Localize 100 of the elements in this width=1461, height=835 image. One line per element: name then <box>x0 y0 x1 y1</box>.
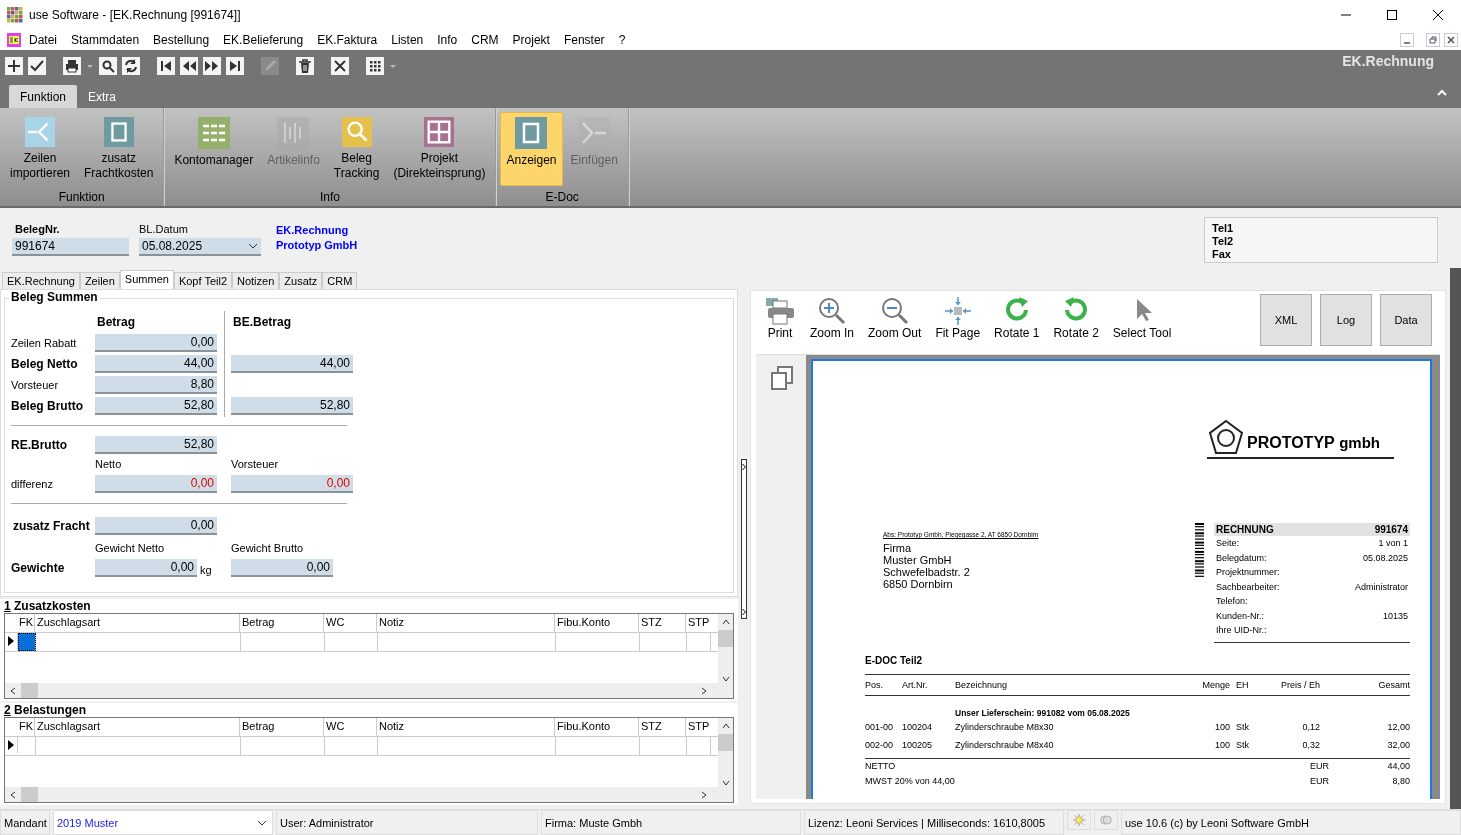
date-picker[interactable]: 05.08.2025 <box>139 238 261 256</box>
info-value: 10135 <box>1382 610 1408 621</box>
document-tab[interactable]: Summen <box>119 270 174 289</box>
weight-field[interactable]: 0,00 <box>95 558 197 577</box>
delivery-note: Unser Lieferschein: 991082 vom 05.08.2025 <box>955 707 1131 718</box>
column-header: Preis / Eh <box>1280 679 1320 690</box>
row-label: RE.Brutto <box>11 438 68 452</box>
difference-field[interactable]: 0,00 <box>231 474 353 493</box>
menu-item[interactable]: Datei <box>29 33 57 47</box>
column-header[interactable]: Zuschlagsart <box>35 614 240 632</box>
info-value: Administrator <box>1355 581 1408 592</box>
panel-button[interactable]: Data <box>1380 294 1432 346</box>
window-title: use Software - [EK.Rechnung [991674]] <box>29 8 241 22</box>
weight-field[interactable]: 0,00 <box>231 558 333 577</box>
ribbon-tab[interactable]: Funktion <box>9 85 78 108</box>
column-header[interactable]: WC <box>324 718 377 736</box>
status-text: Lizenz: Leoni Services | Milliseconds: 1610,8005 <box>804 810 1064 835</box>
menu-item[interactable]: Stammdaten <box>71 33 140 47</box>
field-label: BelegNr. <box>14 223 61 235</box>
table-cell-text: 100 <box>1213 721 1231 732</box>
column-header[interactable]: WC <box>324 614 377 632</box>
panel-button[interactable]: Log <box>1320 294 1372 346</box>
amount-field[interactable]: 52,80 <box>95 436 217 454</box>
column-header[interactable]: STZ <box>639 614 686 632</box>
ribbon-button[interactable]: Projekt (Direkteinsprung) <box>387 112 492 186</box>
document-tab[interactable]: EK.Rechnung <box>2 272 80 289</box>
table-cell-text: 100205 <box>902 739 934 750</box>
menu-item[interactable]: Projekt <box>512 33 550 47</box>
info-value: 05.08.2025 <box>1362 552 1408 563</box>
address-line: Schwefelbadstr. 2 <box>883 566 971 578</box>
column-header: BE.Betrag <box>232 315 292 329</box>
row-label: Gewichte <box>11 560 66 575</box>
info-label: Belegdatum: <box>1216 552 1267 563</box>
column-header[interactable]: FK <box>17 614 35 632</box>
row-label: differenz <box>11 477 54 490</box>
ribbon-button[interactable]: Kontomanager <box>168 112 260 186</box>
viewer-tool-button[interactable]: Zoom Out <box>868 296 922 340</box>
contact-label: Fax <box>1212 248 1232 261</box>
menu-item[interactable]: EK.Belieferung <box>223 33 304 47</box>
document-tab[interactable]: CRM <box>322 272 358 289</box>
menu-item[interactable]: Listen <box>391 33 424 47</box>
field-label: BL.Datum <box>139 223 189 235</box>
header-link[interactable]: Prototyp GmbH <box>276 239 358 251</box>
total-value: 44,00 <box>1386 761 1410 771</box>
column-header[interactable]: Notiz <box>377 718 555 736</box>
column-header[interactable]: Betrag <box>240 718 324 736</box>
document-number: 991674 <box>1374 524 1408 535</box>
menu-item[interactable]: EK.Faktura <box>317 33 378 47</box>
panel-button[interactable]: XML <box>1260 294 1312 346</box>
document-tab[interactable]: Notizen <box>232 272 280 289</box>
document-tab[interactable]: Zusatz <box>279 272 323 289</box>
ribbon-button[interactable]: Beleg Tracking <box>327 112 386 186</box>
viewer-tool-button[interactable]: Rotate 2 <box>1053 296 1099 340</box>
viewer-tool-button[interactable]: Print <box>764 296 796 340</box>
client-dropdown[interactable]: 2019 Muster <box>53 810 273 835</box>
currency: EUR <box>1310 761 1330 771</box>
amount-field[interactable]: 52,80 <box>231 397 353 415</box>
amount-field[interactable]: 0,00 <box>95 517 217 535</box>
menu-item[interactable]: Bestellung <box>153 33 210 47</box>
column-header[interactable]: STZ <box>639 718 686 736</box>
info-label: Sachbearbeiter: <box>1216 581 1280 592</box>
ribbon-button[interactable]: zusatz Frachtkosten <box>78 112 160 186</box>
column-header[interactable]: STP <box>686 718 710 736</box>
column-header[interactable]: Fibu.Konto <box>555 614 639 632</box>
beleg-number-field[interactable]: 991674 <box>12 238 129 256</box>
amount-field[interactable]: 0,00 <box>95 334 217 352</box>
viewer-tool-button[interactable]: Zoom In <box>810 296 854 340</box>
amount-field[interactable]: 44,00 <box>95 355 217 373</box>
company-logo-text: PROTOTYP gmbh <box>1247 434 1380 452</box>
column-header[interactable]: FK <box>17 718 35 736</box>
ribbon-button[interactable]: Anzeigen <box>500 112 563 186</box>
difference-field[interactable]: 0,00 <box>95 474 217 493</box>
menu-item[interactable]: ? <box>618 33 626 47</box>
info-label: Seite: <box>1216 538 1239 549</box>
viewer-tool-button[interactable]: Fit Page <box>935 296 981 340</box>
column-header[interactable]: STP <box>686 614 710 632</box>
viewer-tool-button[interactable]: Select Tool <box>1112 296 1172 340</box>
column-header: Art.Nr. <box>902 679 929 690</box>
info-value: 1 von 1 <box>1378 538 1408 549</box>
amount-field[interactable]: 8,80 <box>95 376 217 394</box>
document-tab[interactable]: Zeilen <box>79 272 120 289</box>
document-type: RECHNUNG <box>1216 524 1274 535</box>
column-caption: Gewicht Brutto <box>231 542 305 554</box>
amount-field[interactable]: 44,00 <box>231 355 353 373</box>
ribbon-tab[interactable]: Extra <box>77 85 128 108</box>
menu-item[interactable]: Info <box>437 33 458 47</box>
viewer-tool-button[interactable]: Rotate 1 <box>994 296 1040 340</box>
menu-item[interactable]: Fenster <box>563 33 605 47</box>
column-header[interactable]: Fibu.Konto <box>555 718 639 736</box>
column-header[interactable]: Betrag <box>240 614 324 632</box>
document-tab[interactable]: Kopf Teil2 <box>173 272 232 289</box>
column-header[interactable]: Notiz <box>377 614 555 632</box>
table-cell-text: 001-00 <box>865 721 895 732</box>
amount-field[interactable]: 52,80 <box>95 397 217 415</box>
ribbon-button[interactable]: Zeilen importieren <box>4 112 77 186</box>
column-header[interactable]: Zuschlagsart <box>35 718 240 736</box>
header-link[interactable]: EK.Rechnung <box>276 224 358 236</box>
column-caption: Netto <box>95 458 123 470</box>
table-cell-text: 12,00 <box>1386 721 1410 732</box>
menu-item[interactable]: CRM <box>471 33 499 47</box>
